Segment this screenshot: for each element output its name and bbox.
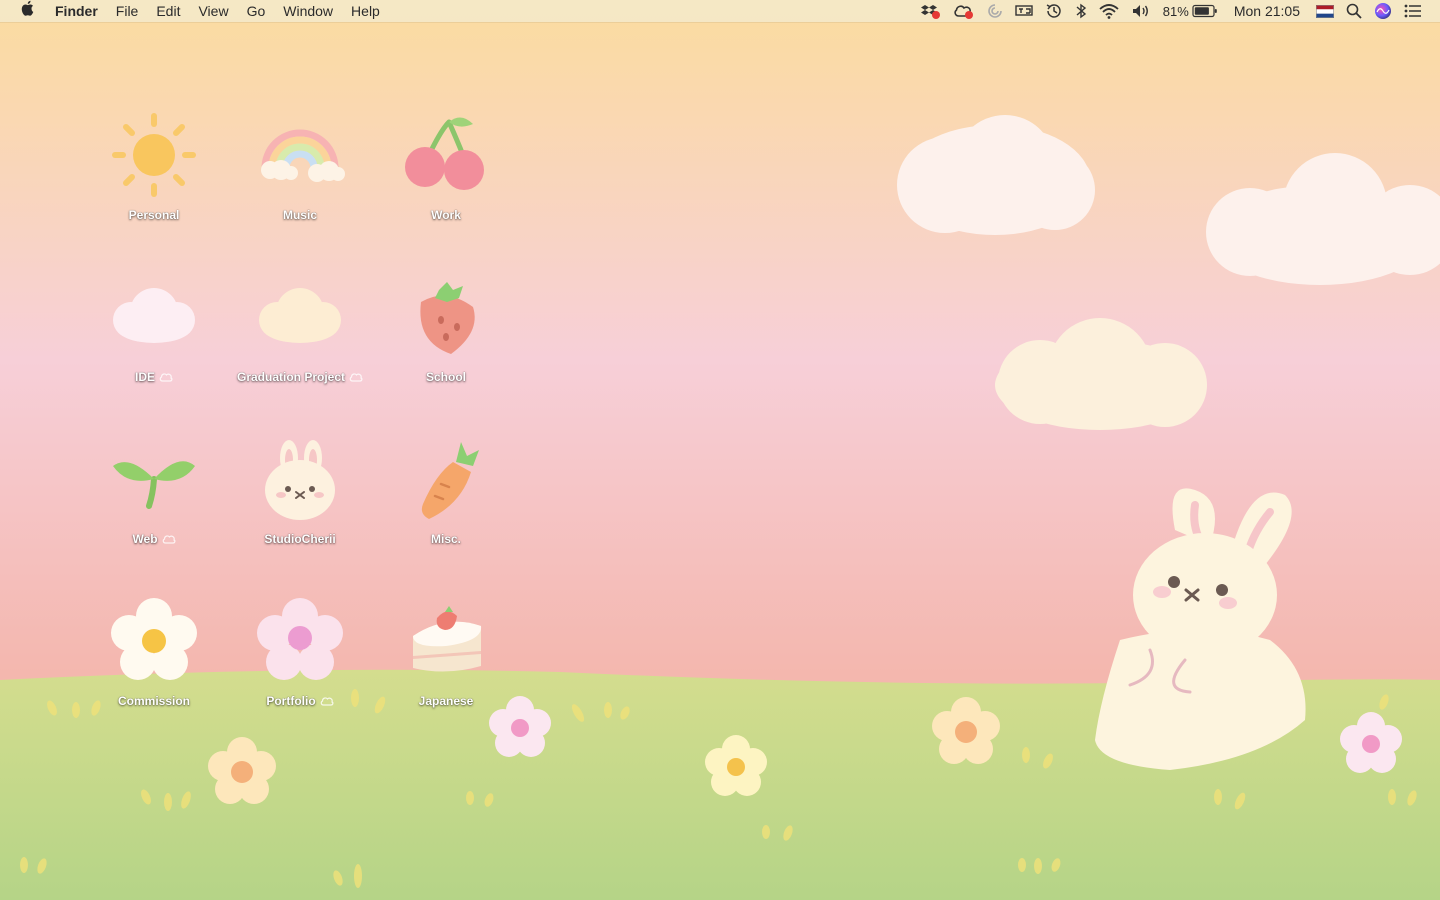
desktop-icon-label: Commission (117, 694, 190, 708)
desktop-icon-label: IDE (135, 370, 173, 384)
siri-icon[interactable] (1368, 0, 1398, 22)
icloud-badge-icon (159, 373, 173, 382)
desktop-icon-label: School (425, 370, 466, 384)
desktop-icon-portfolio[interactable]: Portfolio (230, 596, 370, 708)
menu-window[interactable]: Window (274, 0, 342, 22)
dropbox-icon[interactable] (915, 0, 947, 22)
desktop-icon-work[interactable]: Work (376, 110, 516, 222)
sprout-icon (113, 461, 195, 509)
desktop-icon-label: Japanese (418, 694, 474, 708)
desktop-icon-label: Graduation Project (237, 370, 363, 384)
menu-file[interactable]: File (107, 0, 148, 22)
menu-view[interactable]: View (189, 0, 237, 22)
desktop-icon-label: StudioCherii (264, 532, 336, 546)
desktop-icon-studiocherii[interactable]: StudioCherii (230, 434, 370, 546)
menu-edit[interactable]: Edit (147, 0, 189, 22)
time-machine-icon[interactable] (1039, 0, 1069, 22)
creative-cloud-icon[interactable] (947, 0, 981, 22)
menu-bar: Finder File Edit View Go Window Help 81%… (0, 0, 1440, 22)
desktop-icon-label: Work (431, 208, 461, 222)
desktop-icon-label: Web (132, 532, 176, 546)
wifi-icon[interactable] (1093, 0, 1125, 22)
desktop-icon-school[interactable]: School (376, 272, 516, 384)
battery-icon[interactable] (1192, 0, 1224, 22)
battery-percentage[interactable]: 81% (1157, 0, 1192, 22)
desktop-icon-label: Personal (128, 208, 180, 222)
desktop-icon-label: Portfolio (266, 694, 334, 708)
icloud-badge-icon (349, 373, 363, 382)
cloud-pink-icon (113, 288, 195, 343)
netherlands-flag-icon[interactable] (1310, 0, 1340, 22)
volume-icon[interactable] (1125, 0, 1157, 22)
cloud-cream-icon (259, 288, 341, 343)
menu-help[interactable]: Help (342, 0, 389, 22)
spotlight-search-icon[interactable] (1340, 0, 1368, 22)
bluetooth-icon[interactable] (1069, 0, 1093, 22)
cake-icon (413, 606, 482, 672)
bunny-face-icon (265, 440, 335, 520)
app-menu-finder[interactable]: Finder (46, 0, 107, 22)
desktop-icon-misc[interactable]: Misc. (376, 434, 516, 546)
desktop-icon-commission[interactable]: Commission (84, 596, 224, 708)
pink-flower-icon (257, 598, 343, 680)
desktop-icon-web[interactable]: Web (84, 434, 224, 546)
menu-go[interactable]: Go (238, 0, 275, 22)
input-method-icon[interactable] (1009, 0, 1039, 22)
apple-menu-icon[interactable] (0, 0, 46, 22)
sync-spinner-icon[interactable] (981, 0, 1009, 22)
desktop-icon-ide[interactable]: IDE (84, 272, 224, 384)
desktop-icon-label: Music (282, 208, 317, 222)
clock[interactable]: Mon 21:05 (1224, 0, 1310, 22)
icloud-badge-icon (162, 535, 176, 544)
white-flower-icon (111, 598, 197, 680)
desktop-icon-music[interactable]: Music (230, 110, 370, 222)
desktop-icon-japanese[interactable]: Japanese (376, 596, 516, 708)
strawberry-icon (420, 282, 475, 354)
carrot-icon (421, 442, 479, 519)
desktop-icon-graduation-project[interactable]: Graduation Project (230, 272, 370, 384)
rainbow-icon (261, 129, 345, 182)
desktop-icon-label: Misc. (430, 532, 461, 546)
cherry-icon (405, 117, 484, 190)
desktop-icon-personal[interactable]: Personal (84, 110, 224, 222)
icloud-badge-icon (320, 697, 334, 706)
sun-icon (112, 113, 196, 197)
notification-center-icon[interactable] (1398, 0, 1428, 22)
